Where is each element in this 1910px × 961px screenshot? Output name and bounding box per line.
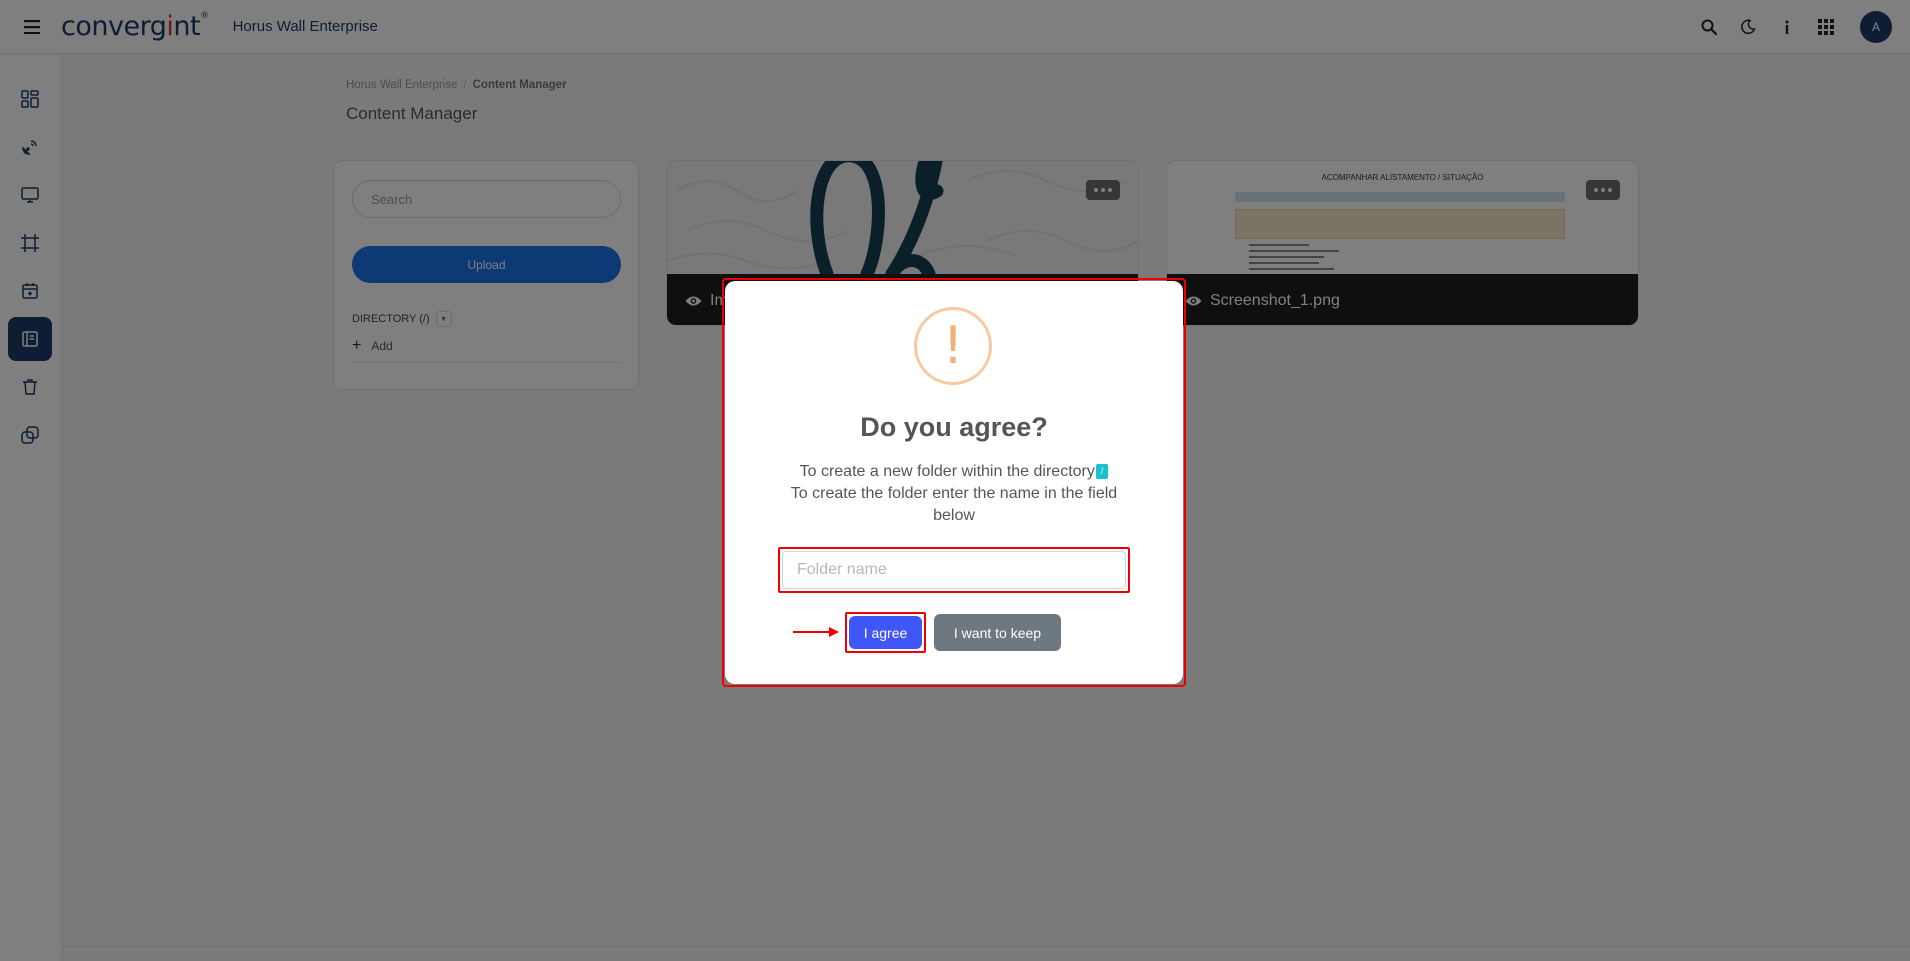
agree-highlight: I agree <box>845 612 926 653</box>
warning-icon: ! <box>914 307 992 385</box>
dialog-title: Do you agree? <box>860 412 1048 442</box>
pointer-arrow-icon <box>793 627 839 637</box>
cancel-button[interactable]: I want to keep <box>934 614 1061 651</box>
folder-name-highlight <box>778 547 1130 593</box>
dialog-message-line2: To create the folder enter the name in t… <box>790 485 1118 524</box>
dialog-message: To create a new folder within the direct… <box>770 461 1138 527</box>
create-folder-dialog: ! Do you agree? To create a new folder w… <box>725 281 1183 684</box>
directory-chip: / <box>1095 464 1109 480</box>
agree-button[interactable]: I agree <box>849 616 922 649</box>
folder-name-input[interactable] <box>782 551 1126 589</box>
dialog-message-line1: To create a new folder within the direct… <box>799 463 1095 480</box>
